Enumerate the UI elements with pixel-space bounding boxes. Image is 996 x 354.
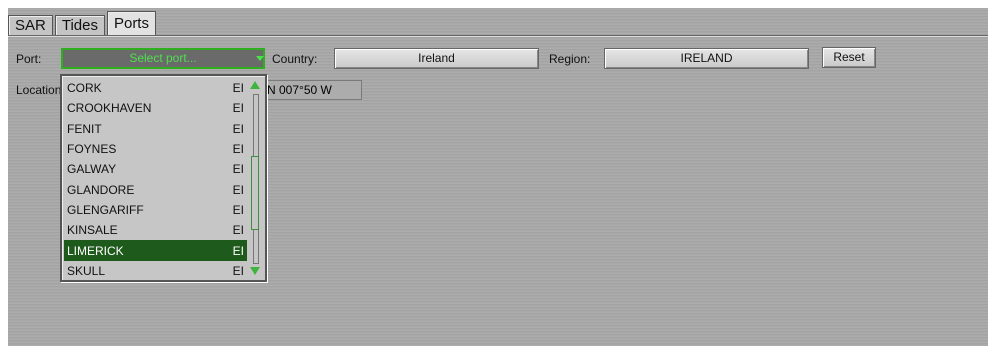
tab-bar: SAR Tides Ports [8, 11, 156, 36]
port-name: FENIT [67, 121, 102, 136]
port-name: GLENGARIFF [67, 202, 144, 217]
port-name: GLANDORE [67, 182, 135, 197]
port-country-code: EI [232, 243, 244, 258]
port-list-item[interactable]: SKULL EI [64, 261, 247, 281]
port-name: CORK [67, 81, 102, 96]
port-name: CROOKHAVEN [67, 101, 152, 116]
scroll-up-button[interactable] [247, 78, 263, 92]
arrow-up-icon [250, 81, 260, 89]
port-country-code: EI [232, 162, 244, 177]
port-country-code: EI [232, 101, 244, 116]
port-list-item[interactable]: CROOKHAVEN EI [64, 98, 247, 118]
port-country-code: EI [232, 81, 244, 96]
location-label: Location [16, 83, 62, 97]
country-button[interactable]: Ireland [334, 48, 539, 69]
port-country-code: EI [232, 202, 244, 217]
country-label: Country: [272, 52, 318, 66]
port-label: Port: [16, 52, 42, 66]
port-country-code: EI [232, 121, 244, 136]
scrollbar[interactable] [247, 78, 263, 278]
port-list: CORK EI CROOKHAVEN EI FENIT EI FOYNES EI GALWAY E… [64, 78, 247, 281]
port-country-code: EI [232, 182, 244, 197]
port-country-code: EI [232, 263, 244, 278]
port-list-item[interactable]: CORK EI [64, 78, 247, 98]
tab-tides[interactable]: Tides [54, 15, 105, 36]
scroll-track[interactable] [251, 94, 259, 264]
region-button[interactable]: IRELAND [604, 48, 809, 69]
port-list-item[interactable]: KINSALE EI [64, 220, 247, 240]
port-list-item[interactable]: GLANDORE EI [64, 179, 247, 199]
tab-divider-highlight [8, 36, 988, 37]
port-dropdown-list[interactable]: CORK EI CROOKHAVEN EI FENIT EI FOYNES EI GALWAY E… [60, 74, 267, 282]
tab-ports[interactable]: Ports [106, 11, 156, 36]
port-country-code: EI [232, 223, 244, 238]
port-select[interactable]: Select port... [61, 48, 265, 69]
port-list-item[interactable]: GALWAY EI [64, 159, 247, 179]
chevron-down-icon[interactable] [256, 56, 264, 61]
port-list-item[interactable]: LIMERICK EI [64, 240, 247, 261]
port-name: KINSALE [67, 223, 118, 238]
port-country-code: EI [232, 142, 244, 157]
port-list-item[interactable]: GLENGARIFF EI [64, 200, 247, 220]
tab-sar[interactable]: SAR [8, 15, 53, 36]
ports-panel: SAR Tides Ports Port: Select port... Cou… [8, 8, 988, 346]
port-name: SKULL [67, 263, 106, 278]
scroll-down-button[interactable] [247, 264, 263, 278]
port-name: GALWAY [67, 162, 117, 177]
region-label: Region: [549, 52, 591, 66]
port-name: LIMERICK [67, 243, 124, 258]
scroll-thumb[interactable] [251, 156, 259, 230]
port-list-item[interactable]: FOYNES EI [64, 139, 247, 159]
port-select-placeholder: Select port... [129, 51, 197, 65]
port-name: FOYNES [67, 142, 117, 157]
port-list-item[interactable]: FENIT EI [64, 119, 247, 139]
arrow-down-icon [250, 267, 260, 275]
location-coordinates: N 007°50 W [262, 80, 362, 100]
reset-button[interactable]: Reset [822, 47, 876, 68]
